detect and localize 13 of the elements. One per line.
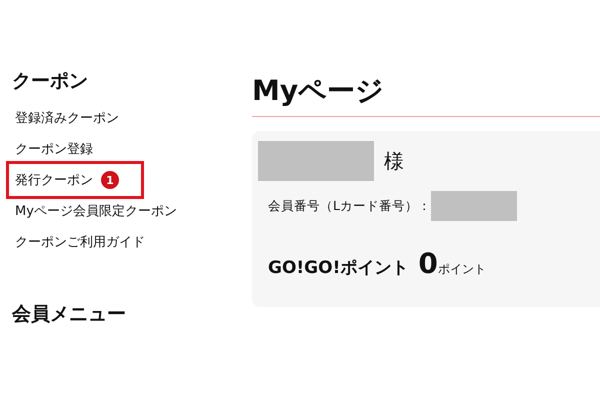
points-value: 0 xyxy=(418,247,438,280)
points-label: GO!GO!ポイント xyxy=(268,257,408,279)
section-heading: クーポン xyxy=(12,69,89,94)
page-title: Myページ xyxy=(252,72,600,117)
points-unit: ポイント xyxy=(438,261,486,278)
count-badge: 1 xyxy=(101,171,119,189)
honorific-text: 様 xyxy=(384,148,404,174)
member-number-label: 会員番号（Lカード番号）： xyxy=(268,198,431,214)
menu-item[interactable]: クーポンご利用ガイド xyxy=(10,226,150,257)
section-heading: 会員メニュー xyxy=(12,302,127,327)
menu-item[interactable]: クーポン登録 xyxy=(10,133,98,164)
highlighted-menu-item[interactable]: 発行クーポン 1 xyxy=(6,161,144,199)
menu-item[interactable]: 登録済みクーポン xyxy=(10,102,124,133)
